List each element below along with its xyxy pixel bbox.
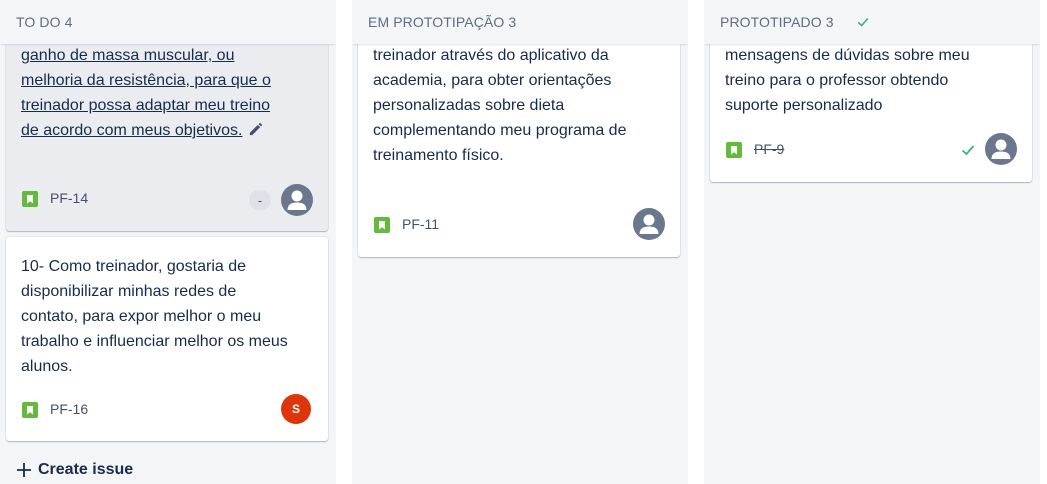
issue-key[interactable]: PF-14	[50, 190, 88, 206]
column-title: EM PROTOTIPAÇÃO	[368, 14, 505, 30]
story-icon	[22, 191, 38, 207]
column-header-prototipado[interactable]: PROTOTIPADO 3	[704, 0, 1040, 44]
column-count: 4	[64, 14, 73, 30]
story-points-badge: -	[249, 190, 271, 210]
default-avatar-icon[interactable]	[985, 133, 1017, 165]
story-icon	[374, 217, 390, 233]
issue-summary: treinador através do aplicativo da acade…	[373, 47, 627, 164]
check-icon	[856, 15, 870, 29]
column-title: PROTOTIPADO	[720, 14, 822, 30]
column-count: 3	[508, 14, 517, 30]
issue-summary: 10- Como treinador, gostaria de disponib…	[21, 258, 288, 375]
column-prototipado: PROTOTIPADO 3 mensagens de dúvidas sobre…	[704, 0, 1040, 484]
story-icon	[726, 142, 742, 158]
issue-summary: mensagens de dúvidas sobre meu treino pa…	[725, 47, 970, 114]
create-issue-label: Create issue	[38, 461, 134, 478]
issue-summary[interactable]: ganho de massa muscular, ou melhoria da …	[21, 43, 291, 145]
default-avatar-icon[interactable]	[281, 184, 313, 216]
issue-key[interactable]: PF-16	[50, 401, 88, 417]
column-title: TO DO	[16, 14, 61, 30]
default-avatar-icon[interactable]	[633, 208, 665, 240]
column-header-em-prototipacao[interactable]: EM PROTOTIPAÇÃO 3	[352, 0, 688, 44]
column-header-to-do[interactable]: TO DO 4	[0, 0, 336, 44]
issue-key[interactable]: PF-11	[402, 216, 439, 232]
column-em-prototipacao: EM PROTOTIPAÇÃO 3 treinador através do a…	[352, 0, 688, 484]
issue-card-pf-16[interactable]: 10- Como treinador, gostaria de disponib…	[6, 237, 328, 441]
column-to-do: TO DO 4 ganho de massa muscular, ou melh…	[0, 0, 336, 484]
check-icon	[960, 142, 976, 158]
pencil-icon[interactable]	[248, 120, 263, 145]
assignee-avatar[interactable]: S	[281, 394, 311, 424]
issue-key[interactable]: PF-9	[754, 141, 784, 157]
plus-icon	[16, 462, 32, 478]
story-icon	[22, 402, 38, 418]
column-count: 3	[825, 14, 834, 30]
create-issue-button[interactable]: Create issue	[16, 456, 133, 484]
